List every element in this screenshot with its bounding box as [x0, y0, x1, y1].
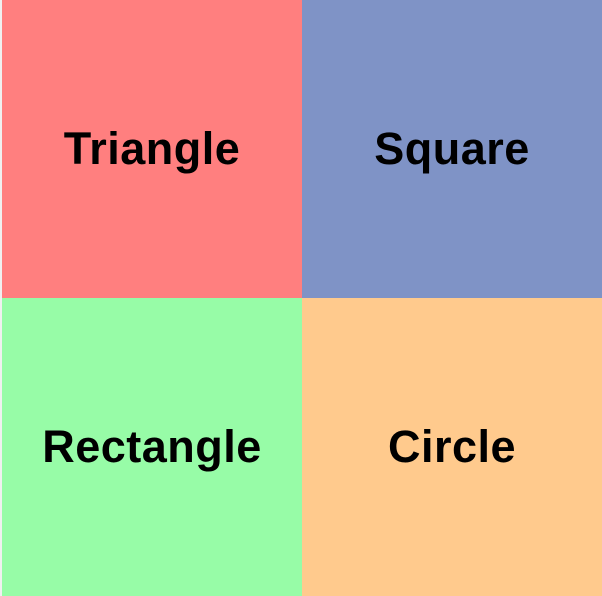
tile-rectangle: Rectangle: [2, 298, 302, 596]
tile-circle: Circle: [302, 298, 602, 596]
shape-grid: Triangle Square Rectangle Circle: [0, 0, 602, 596]
tile-square: Square: [302, 0, 602, 298]
tile-label-triangle: Triangle: [63, 123, 241, 174]
tile-label-square: Square: [374, 123, 530, 174]
tile-label-rectangle: Rectangle: [42, 421, 262, 472]
tile-triangle: Triangle: [2, 0, 302, 298]
tile-label-circle: Circle: [387, 421, 517, 472]
